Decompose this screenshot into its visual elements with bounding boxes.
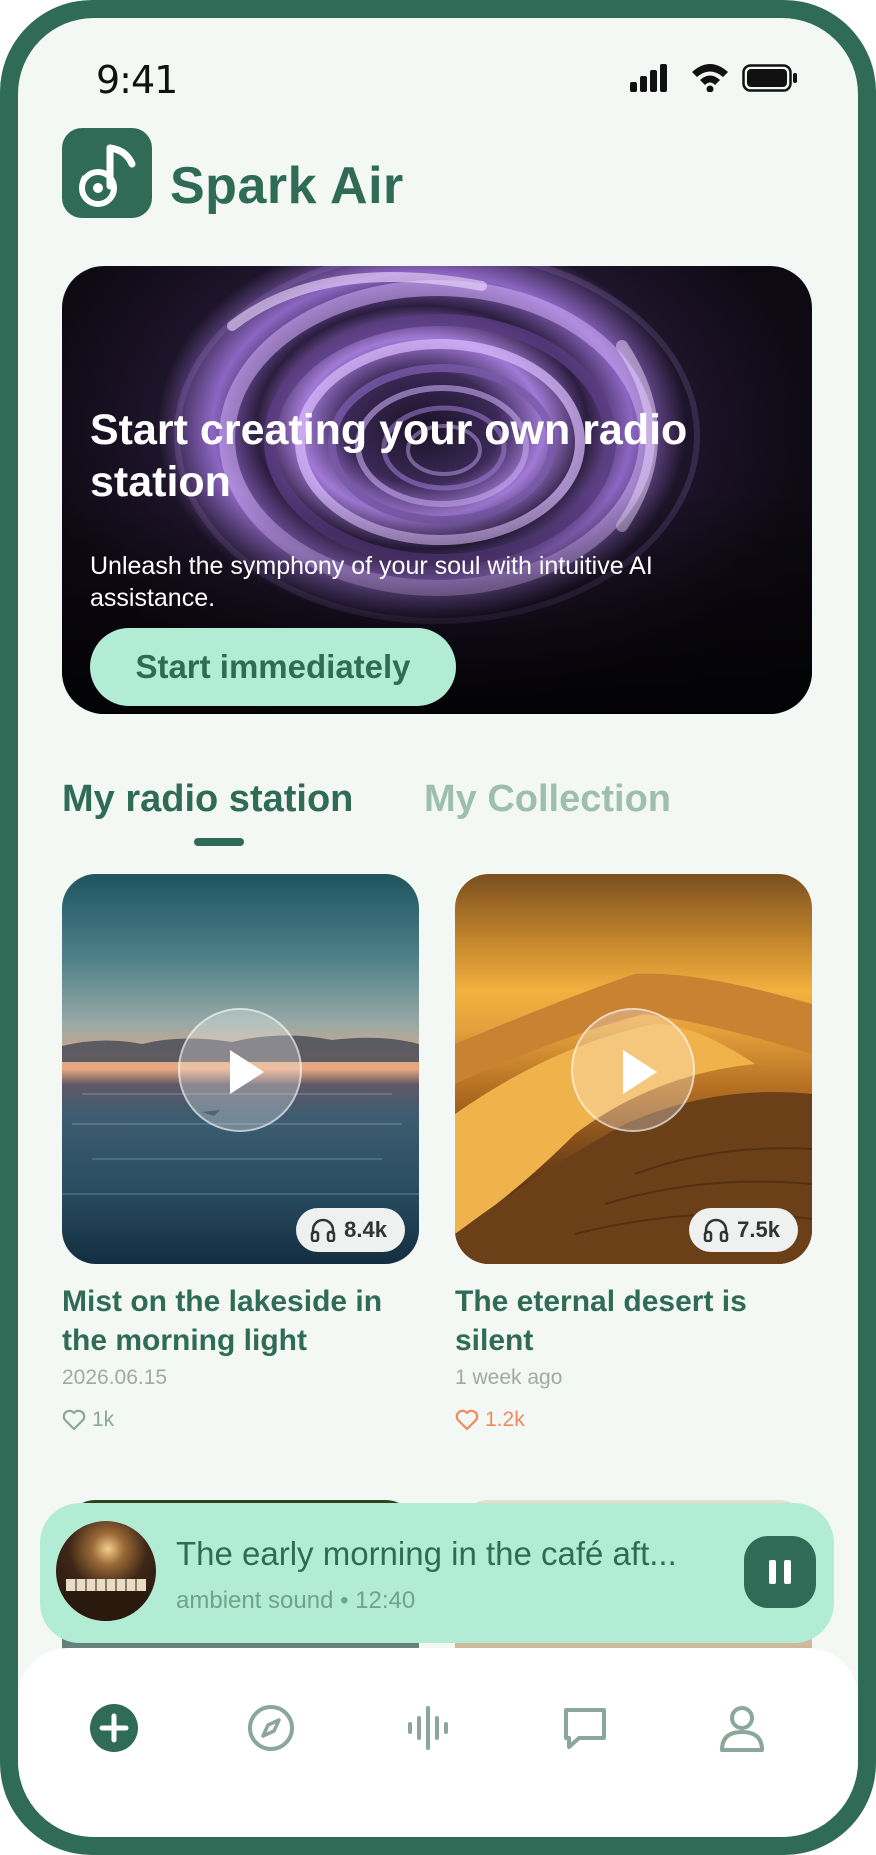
hero-banner: Start creating your own radio station Un…: [62, 266, 812, 714]
active-tab-indicator: [194, 838, 244, 846]
card-title[interactable]: Mist on the lakeside in the morning ligh…: [62, 1282, 419, 1360]
tab-my-collection[interactable]: My Collection: [424, 778, 671, 821]
card-cover-image: 7.5k: [455, 874, 812, 1264]
card-date: 1 week ago: [455, 1366, 563, 1389]
status-time: 9:41: [96, 58, 178, 102]
start-immediately-button[interactable]: Start immediately: [90, 628, 456, 706]
wifi-icon: [692, 64, 728, 92]
player-track-title: The early morning in the café aft...: [176, 1535, 677, 1572]
like-count-value: 1.2k: [485, 1408, 525, 1431]
like-count[interactable]: 1k: [62, 1408, 419, 1432]
player-artwork: [56, 1521, 156, 1621]
play-button[interactable]: [571, 1008, 695, 1132]
app-screen: 9:41 Spark Air Start creating your own r…: [18, 18, 858, 1837]
nav-profile[interactable]: [714, 1700, 770, 1756]
card-cover-image: 8.4k: [62, 874, 419, 1264]
nav-audio[interactable]: [400, 1700, 456, 1756]
heart-icon: [455, 1409, 479, 1431]
app-logo: [62, 128, 152, 218]
mini-player[interactable]: The early morning in the café aft... amb…: [40, 1503, 834, 1643]
play-button[interactable]: [178, 1008, 302, 1132]
listen-count-badge: 8.4k: [296, 1208, 405, 1252]
app-title: Spark Air: [170, 157, 404, 215]
battery-icon: [742, 64, 797, 92]
hero-subtitle: Unleash the symphony of your soul with i…: [90, 552, 653, 612]
card-date: 2026.06.15: [62, 1366, 168, 1389]
piano-scene: [64, 1579, 148, 1621]
listen-count-badge: 7.5k: [689, 1208, 798, 1252]
nav-explore[interactable]: [243, 1700, 299, 1756]
like-count[interactable]: 1.2k: [455, 1408, 812, 1432]
listen-count: 8.4k: [344, 1217, 387, 1242]
station-card[interactable]: 7.5k The eternal desert is silent 1 week…: [455, 874, 812, 1432]
card-title[interactable]: The eternal desert is silent: [455, 1282, 812, 1360]
heart-icon: [62, 1409, 86, 1431]
pause-button[interactable]: [744, 1536, 816, 1608]
waveform-icon: [408, 1706, 448, 1750]
phone-frame: 9:41 Spark Air Start creating your own r…: [0, 0, 876, 1855]
tab-my-radio-station[interactable]: My radio station: [62, 778, 353, 821]
music-note-icon: [79, 144, 136, 207]
cellular-signal-icon: [630, 64, 667, 92]
headphones-icon: [703, 1218, 729, 1242]
hero-title: Start creating your own radio station: [90, 406, 688, 506]
nav-messages[interactable]: [557, 1700, 613, 1756]
headphones-icon: [310, 1218, 336, 1242]
chat-icon: [564, 1708, 606, 1749]
add-icon: [90, 1704, 138, 1752]
like-count-value: 1k: [92, 1408, 115, 1431]
listen-count: 7.5k: [737, 1217, 780, 1242]
station-card[interactable]: 8.4k Mist on the lakeside in the morning…: [62, 874, 419, 1432]
profile-icon: [720, 1706, 764, 1752]
compass-icon: [248, 1705, 294, 1751]
bottom-navigation: [18, 1648, 858, 1837]
player-track-meta: ambient sound • 12:40: [176, 1587, 416, 1614]
nav-create[interactable]: [86, 1700, 142, 1756]
status-bar: 9:41: [18, 18, 858, 118]
